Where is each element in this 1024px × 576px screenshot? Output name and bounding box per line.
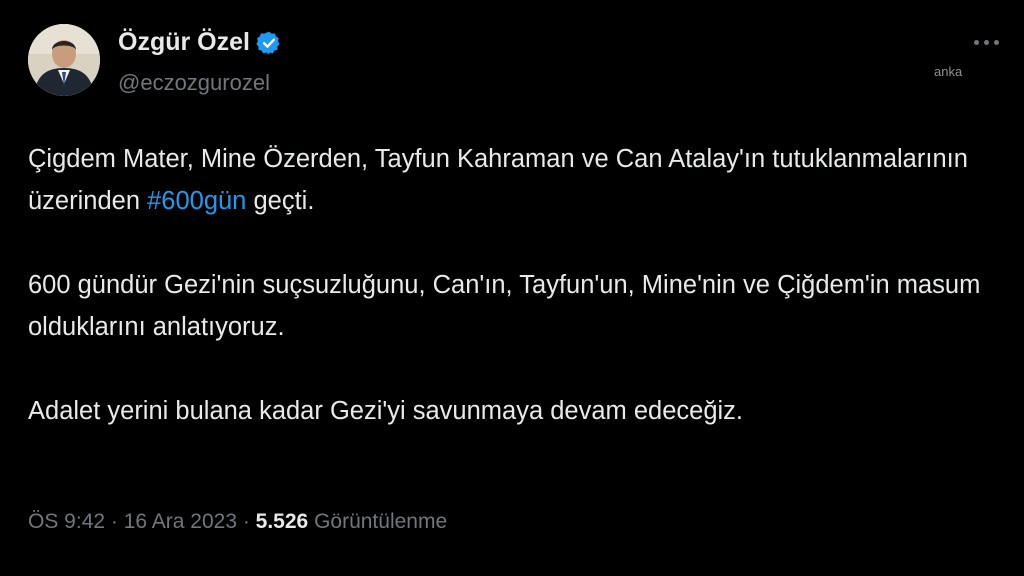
dot: [973, 39, 979, 45]
author-name[interactable]: Özgür Özel: [118, 28, 282, 57]
tweet-text: Çigdem Mater, Mine Özerden, Tayfun Kahra…: [28, 138, 988, 474]
more-options-icon[interactable]: [968, 32, 1004, 52]
tweet-paragraph-2: 600 gündür Gezi'nin suçsuzluğunu, Can'ın…: [28, 271, 981, 341]
tweet-text-part: geçti.: [246, 187, 315, 215]
author-name-text[interactable]: Özgür Özel: [118, 28, 250, 57]
tweet-time[interactable]: ÖS 9:42: [28, 510, 105, 533]
dot: [993, 39, 999, 45]
views-label: Görüntülenme: [308, 510, 448, 533]
hashtag-link[interactable]: #600gün: [147, 187, 246, 215]
separator: ·: [237, 510, 256, 533]
profile-photo: [28, 24, 100, 96]
tweet-paragraph-1: Çigdem Mater, Mine Özerden, Tayfun Kahra…: [28, 138, 988, 222]
avatar[interactable]: [28, 24, 100, 96]
verified-badge-icon: [256, 30, 282, 56]
views-count: 5.526: [255, 510, 309, 533]
author-handle[interactable]: @eczozgurozel: [118, 70, 270, 96]
separator: ·: [105, 510, 124, 533]
watermark-logo: anka: [934, 64, 963, 79]
tweet-card: Özgür Özel @eczozgurozel anka Çigdem Mat…: [0, 0, 1024, 576]
dot: [983, 39, 989, 45]
tweet-metadata: ÖS 9:42 · 16 Ara 2023 · 5.526 Görüntülen…: [28, 510, 447, 534]
tweet-date[interactable]: 16 Ara 2023: [124, 510, 237, 533]
tweet-paragraph-3: Adalet yerini bulana kadar Gezi'yi savun…: [28, 397, 744, 425]
